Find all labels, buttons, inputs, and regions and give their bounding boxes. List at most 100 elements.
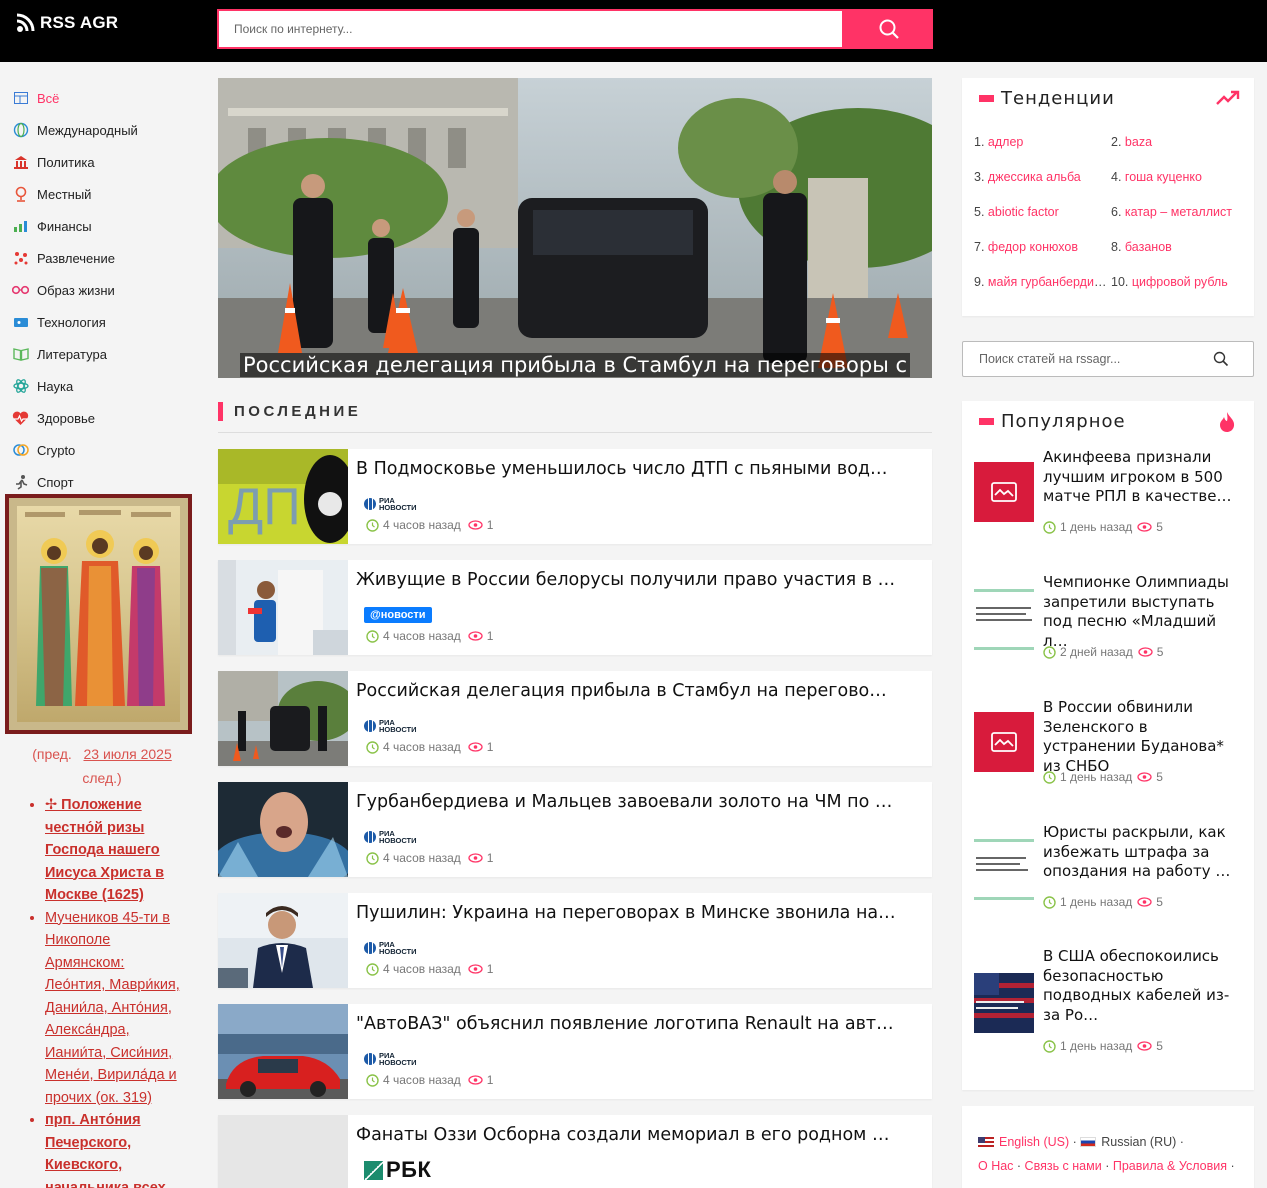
web-search-button[interactable] (844, 9, 933, 49)
feast-link[interactable]: прп. Анто́ния Печерского, Киевского, нач… (45, 1112, 166, 1188)
news-thumbnail[interactable] (218, 1115, 348, 1188)
category-entertainment[interactable]: Развлечение (12, 242, 192, 274)
news-item[interactable]: Гурбанбердиева и Мальцев завоевали золот… (218, 782, 932, 877)
category-international[interactable]: Международный (12, 114, 192, 146)
news-title[interactable]: Живущие в России белорусы получили право… (356, 568, 896, 592)
source-logo-ria[interactable]: РИА НОВОСТИ (364, 716, 417, 736)
source-logo-ria[interactable]: РИА НОВОСТИ (364, 938, 417, 958)
news-views: 1 (486, 851, 494, 865)
news-thumbnail[interactable]: ДП (218, 449, 348, 544)
search-icon[interactable] (1213, 351, 1229, 367)
category-all[interactable]: Всё (12, 82, 192, 114)
trend-link[interactable]: катар – металлист (1125, 205, 1232, 219)
trends-card: Тенденции 1. адлер 2. baza 3. джессика а… (962, 78, 1254, 316)
category-science[interactable]: Наука (12, 370, 192, 402)
saints-icon-image[interactable] (5, 494, 192, 734)
source-logo-rbk[interactable]: РБК (364, 1157, 431, 1182)
popular-item[interactable]: Чемпионке Олимпиады запретили выступать … (974, 573, 1244, 683)
news-item[interactable]: Российская делегация прибыла в Стамбул н… (218, 671, 932, 766)
news-item[interactable]: "АвтоВАЗ" объяснил появление логотипа Re… (218, 1004, 932, 1099)
news-item[interactable]: Пушилин: Украина на переговорах в Минске… (218, 893, 932, 988)
hero-title[interactable]: Российская делегация прибыла в Стамбул н… (218, 348, 932, 378)
trend-item[interactable]: 3. джессика альба (974, 168, 1111, 186)
source-logo-ria[interactable]: РИА НОВОСТИ (364, 494, 417, 514)
calendar-prev-link[interactable]: (пред. (32, 746, 72, 762)
trend-item[interactable]: 7. федор конюхов (974, 238, 1111, 256)
news-item[interactable]: ДП В Подмосковье уменьшилось число ДТП с… (218, 449, 932, 544)
feast-link[interactable]: ✢ Положение честно́й ризы Господа нашего… (45, 797, 164, 903)
category-politics[interactable]: Политика (12, 146, 192, 178)
site-logo[interactable]: RSS AGR (16, 13, 118, 33)
heading-flag-icon (979, 418, 994, 425)
trend-link[interactable]: abiotic factor (988, 205, 1059, 219)
news-title[interactable]: Российская делегация прибыла в Стамбул н… (356, 679, 896, 703)
category-lifestyle[interactable]: Образ жизни (12, 274, 192, 306)
trend-link[interactable]: федор конюхов (988, 240, 1078, 254)
trend-item[interactable]: 10. цифровой рубль (1111, 273, 1244, 291)
trend-rank: 9. (974, 275, 985, 289)
popular-title[interactable]: Юристы раскрыли, как избежать штрафа за … (1043, 823, 1243, 882)
trend-link[interactable]: майя гурбанбердиева (988, 275, 1111, 289)
popular-thumbnail[interactable] (974, 462, 1034, 522)
terms-link[interactable]: Правила & Условия (1113, 1159, 1227, 1173)
news-item[interactable]: Живущие в России белорусы получили право… (218, 560, 932, 655)
trend-item[interactable]: 2. baza (1111, 133, 1244, 151)
popular-item[interactable]: В России обвинили Зеленского в устранени… (974, 698, 1244, 808)
popular-thumbnail[interactable] (974, 973, 1034, 1033)
category-health[interactable]: Здоровье (12, 402, 192, 434)
category-technology[interactable]: Технология (12, 306, 192, 338)
news-title[interactable]: Пушилин: Украина на переговорах в Минске… (356, 901, 896, 925)
news-item[interactable]: Фанаты Оззи Осборна создали мемориал в е… (218, 1115, 932, 1188)
popular-thumbnail[interactable] (974, 712, 1034, 772)
news-thumbnail[interactable] (218, 893, 348, 988)
news-title[interactable]: В Подмосковье уменьшилось число ДТП с пь… (356, 457, 896, 481)
trend-link[interactable]: цифровой рубль (1132, 275, 1228, 289)
site-search-input[interactable] (963, 352, 1213, 366)
eye-icon (468, 520, 483, 530)
trend-link[interactable]: адлер (988, 135, 1023, 149)
source-logo-ria[interactable]: РИА НОВОСТИ (364, 1049, 417, 1069)
trend-link[interactable]: гоша куценко (1125, 170, 1202, 184)
popular-title[interactable]: Чемпионке Олимпиады запретили выступать … (1043, 573, 1243, 651)
calendar-next-link[interactable]: след.) (82, 770, 121, 786)
news-thumbnail[interactable] (218, 1004, 348, 1099)
news-thumbnail[interactable] (218, 782, 348, 877)
svg-text:ДП: ДП (228, 478, 301, 536)
popular-item[interactable]: В США обеспокоились безопасностью подвод… (974, 947, 1244, 1057)
trend-link[interactable]: джессика альба (988, 170, 1081, 184)
trend-item[interactable]: 5. abiotic factor (974, 203, 1111, 221)
popular-title[interactable]: Акинфеева признали лучшим игроком в 500 … (1043, 448, 1243, 507)
hero-slider[interactable]: Российская делегация прибыла в Стамбул н… (218, 78, 932, 378)
news-title[interactable]: Фанаты Оззи Осборна создали мемориал в е… (356, 1123, 896, 1147)
contact-link[interactable]: Связь с нами (1025, 1159, 1102, 1173)
trend-item[interactable]: 9. майя гурбанбердиева (974, 273, 1111, 291)
source-logo-at-news[interactable]: @новости (364, 605, 432, 625)
trend-link[interactable]: baza (1125, 135, 1152, 149)
trend-link[interactable]: базанов (1125, 240, 1172, 254)
news-title[interactable]: "АвтоВАЗ" объяснил появление логотипа Re… (356, 1012, 896, 1036)
popular-thumbnail[interactable] (974, 839, 1034, 901)
lang-english-link[interactable]: English (US) (999, 1135, 1069, 1149)
about-link[interactable]: О Нас (978, 1159, 1013, 1173)
category-crypto[interactable]: Crypto (12, 434, 192, 466)
feast-link[interactable]: Мучеников 45-ти в Никополе Армянском: Ле… (45, 910, 180, 1106)
trend-item[interactable]: 8. базанов (1111, 238, 1244, 256)
news-thumbnail[interactable] (218, 671, 348, 766)
category-literature[interactable]: Литература (12, 338, 192, 370)
category-local[interactable]: Местный (12, 178, 192, 210)
popular-item[interactable]: Акинфеева признали лучшим игроком в 500 … (974, 448, 1244, 558)
popular-item[interactable]: Юристы раскрыли, как избежать штрафа за … (974, 823, 1244, 933)
trend-item[interactable]: 1. адлер (974, 133, 1111, 151)
web-search-input[interactable] (217, 9, 844, 49)
popular-thumbnail[interactable] (974, 589, 1034, 651)
trend-item[interactable]: 4. гоша куценко (1111, 168, 1244, 186)
popular-title[interactable]: В России обвинили Зеленского в устранени… (1043, 698, 1243, 776)
popular-title[interactable]: В США обеспокоились безопасностью подвод… (1043, 947, 1243, 1025)
lang-russian[interactable]: Russian (RU) (1101, 1135, 1176, 1149)
news-title[interactable]: Гурбанбердиева и Мальцев завоевали золот… (356, 790, 896, 814)
trend-item[interactable]: 6. катар – металлист (1111, 203, 1244, 221)
news-thumbnail[interactable] (218, 560, 348, 655)
source-logo-ria[interactable]: РИА НОВОСТИ (364, 827, 417, 847)
category-finance[interactable]: Финансы (12, 210, 192, 242)
calendar-date-link[interactable]: 23 июля 2025 (83, 746, 171, 762)
